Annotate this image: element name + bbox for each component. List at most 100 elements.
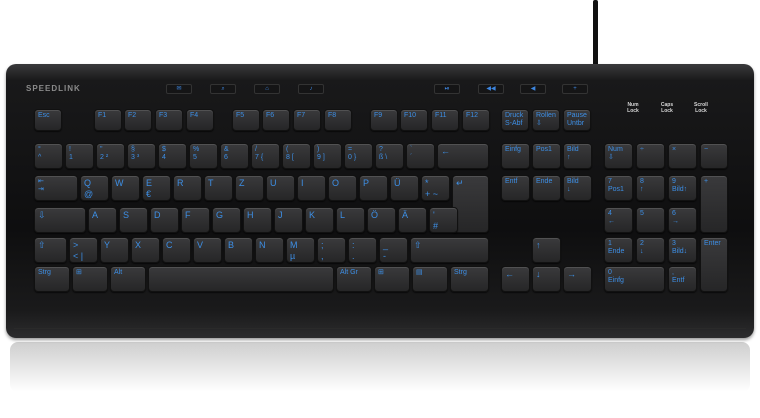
key-num-row[interactable]: ° ^	[34, 143, 63, 169]
right-shift-key[interactable]: ⇧	[410, 237, 489, 263]
key-q-row[interactable]: E €	[142, 175, 171, 201]
fn-key[interactable]: Pause Untbr	[563, 109, 591, 131]
key-num-row[interactable]: ? ß \	[375, 143, 404, 169]
fn-key[interactable]: F7	[293, 109, 321, 131]
numpad-key[interactable]: ÷	[636, 143, 665, 169]
fn-key[interactable]: F11	[431, 109, 459, 131]
arrow-down-key[interactable]: ↓	[532, 266, 561, 292]
arrow-left-key[interactable]: ←	[501, 266, 530, 292]
media-key[interactable]: ⏯	[434, 84, 460, 94]
right-ctrl-key[interactable]: Strg	[450, 266, 489, 292]
key-a-row[interactable]: D	[150, 207, 179, 233]
caps-lock-key[interactable]: ⇩	[34, 207, 86, 233]
key-num-row[interactable]: ! 1	[65, 143, 94, 169]
key-num-row[interactable]: ( 8 [	[282, 143, 311, 169]
left-windows-key[interactable]: ⊞	[72, 266, 108, 292]
numpad-key[interactable]: −	[700, 143, 728, 169]
key-q-row[interactable]: W	[111, 175, 140, 201]
key-num-row[interactable]: % 5	[189, 143, 218, 169]
key-a-row[interactable]: S	[119, 207, 148, 233]
key-q-row[interactable]: Z	[235, 175, 264, 201]
media-key[interactable]: ◀	[520, 84, 546, 94]
numpad-key[interactable]: 2 ↓	[636, 237, 665, 263]
key-z-row[interactable]: N	[255, 237, 284, 263]
key-num-row[interactable]: $ 4	[158, 143, 187, 169]
key-num-row[interactable]: § 3 ³	[127, 143, 156, 169]
key-z-row[interactable]: B	[224, 237, 253, 263]
key-q-row[interactable]: P	[359, 175, 388, 201]
key-z-row[interactable]: Y	[100, 237, 129, 263]
arrow-up-key[interactable]: ↑	[532, 237, 561, 263]
media-key[interactable]: ⌕	[210, 84, 236, 94]
numpad-key[interactable]: 7 Pos1	[604, 175, 633, 201]
numpad-key[interactable]: 5	[636, 207, 665, 233]
key-a-row[interactable]: ' #	[429, 207, 458, 233]
alt-key[interactable]: Alt	[110, 266, 146, 292]
fn-key[interactable]: F4	[186, 109, 214, 131]
key-a-row[interactable]: F	[181, 207, 210, 233]
media-key[interactable]: ⌂	[254, 84, 280, 94]
numpad-key[interactable]: 0 Einfg	[604, 266, 665, 292]
key-q-row[interactable]: O	[328, 175, 357, 201]
key-q-row[interactable]: I	[297, 175, 326, 201]
key-z-row[interactable]: _ -	[379, 237, 408, 263]
key-z-row[interactable]: M µ	[286, 237, 315, 263]
alt-gr-key[interactable]: Alt Gr	[336, 266, 372, 292]
media-key[interactable]: ♪	[298, 84, 324, 94]
key-a-row[interactable]: A	[88, 207, 117, 233]
numpad-key[interactable]: 1 Ende	[604, 237, 633, 263]
numpad-key[interactable]: 6 →	[668, 207, 697, 233]
key-q-row[interactable]: R	[173, 175, 202, 201]
right-windows-key[interactable]: ⊞	[374, 266, 410, 292]
numpad-key[interactable]: Num ⇩	[604, 143, 633, 169]
left-ctrl-key[interactable]: Strg	[34, 266, 70, 292]
fn-key[interactable]: Druck S-Abf	[501, 109, 529, 131]
key-num-row[interactable]: ) 9 ]	[313, 143, 342, 169]
fn-key[interactable]: F12	[462, 109, 490, 131]
key-z-row[interactable]: > < |	[69, 237, 98, 263]
key-q-row[interactable]: T	[204, 175, 233, 201]
key-z-row[interactable]: : .	[348, 237, 377, 263]
numpad-key[interactable]: 8 ↑	[636, 175, 665, 201]
fn-key[interactable]: F6	[262, 109, 290, 131]
menu-key[interactable]: ▤	[412, 266, 448, 292]
fn-key[interactable]: F5	[232, 109, 260, 131]
numpad-key[interactable]: 4 ←	[604, 207, 633, 233]
fn-key[interactable]: Rollen ⇩	[532, 109, 560, 131]
fn-key[interactable]: F9	[370, 109, 398, 131]
key-z-row[interactable]: X	[131, 237, 160, 263]
media-key[interactable]: ✉	[166, 84, 192, 94]
numpad-key[interactable]: +	[700, 175, 728, 233]
key-a-row[interactable]: L	[336, 207, 365, 233]
key-q-row[interactable]: U	[266, 175, 295, 201]
spacebar[interactable]	[148, 266, 334, 292]
key-z-row[interactable]: V	[193, 237, 222, 263]
numpad-key[interactable]: , Entf	[668, 266, 697, 292]
media-key[interactable]: ◀◀	[478, 84, 504, 94]
fn-key[interactable]: Esc	[34, 109, 62, 131]
tab-key[interactable]: ⇤ ⇥	[34, 175, 78, 201]
nav-key[interactable]: Bild ↓	[563, 175, 592, 201]
nav-key[interactable]: Ende	[532, 175, 561, 201]
backspace-key[interactable]: ←	[437, 143, 489, 169]
key-q-row[interactable]: * + ~	[421, 175, 450, 201]
left-shift-key[interactable]: ⇧	[34, 237, 67, 263]
key-a-row[interactable]: J	[274, 207, 303, 233]
key-q-row[interactable]: Q @	[80, 175, 109, 201]
fn-key[interactable]: F2	[124, 109, 152, 131]
key-a-row[interactable]: G	[212, 207, 241, 233]
key-a-row[interactable]: H	[243, 207, 272, 233]
key-q-row[interactable]: Ü	[390, 175, 419, 201]
key-z-row[interactable]: ; ,	[317, 237, 346, 263]
nav-key[interactable]: Einfg	[501, 143, 530, 169]
key-num-row[interactable]: ` ´	[406, 143, 435, 169]
key-a-row[interactable]: K	[305, 207, 334, 233]
key-num-row[interactable]: = 0 }	[344, 143, 373, 169]
key-a-row[interactable]: Ä	[398, 207, 427, 233]
fn-key[interactable]: F1	[94, 109, 122, 131]
fn-key[interactable]: F3	[155, 109, 183, 131]
numpad-key[interactable]: ×	[668, 143, 697, 169]
key-num-row[interactable]: / 7 {	[251, 143, 280, 169]
numpad-key[interactable]: 3 Bild↓	[668, 237, 697, 263]
key-a-row[interactable]: Ö	[367, 207, 396, 233]
